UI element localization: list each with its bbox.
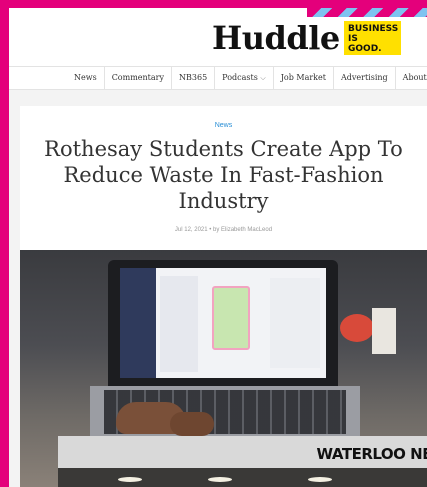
chevron-down-icon: ⌵: [260, 74, 266, 82]
nav-item-podcasts[interactable]: Podcasts ⌵: [214, 66, 273, 90]
nav-item-nb365[interactable]: NB365: [171, 66, 214, 90]
article-category[interactable]: News: [20, 122, 427, 129]
badge-line-2: IS: [348, 34, 358, 44]
badge-line-3: GOOD.: [348, 44, 382, 54]
logo-badge[interactable]: BUSINESS IS GOOD.: [344, 21, 401, 55]
photo-white-object: [372, 308, 396, 354]
nav-item-news[interactable]: News: [67, 66, 104, 90]
promo-ceiling-light: [208, 477, 232, 482]
promo-banner-image: [58, 468, 427, 487]
badge-line-1: BUSINESS: [348, 24, 399, 34]
article-featured-image: WATERLOO NEW: [20, 250, 427, 487]
photo-hand-right: [170, 412, 214, 436]
screen-layers-panel: [160, 276, 198, 372]
nav-item-advertising[interactable]: Advertising: [332, 66, 395, 90]
photo-red-object: [340, 314, 374, 342]
page-frame: Huddle BUSINESS IS GOOD. News Commentary…: [9, 8, 427, 487]
nav-item-podcasts-label: Podcasts: [222, 73, 258, 82]
site-logo[interactable]: Huddle: [212, 18, 340, 58]
promo-ceiling-light: [118, 477, 142, 482]
screen-phone-mockup: [212, 286, 250, 350]
nav-item-commentary[interactable]: Commentary: [103, 66, 171, 90]
nav-item-job-market[interactable]: Job Market: [272, 66, 333, 90]
promo-ceiling-light: [308, 477, 332, 482]
article-meta: Jul 12, 2021 • by Elizabeth MacLeod: [174, 227, 273, 233]
screen-sidebar: [120, 268, 156, 378]
site-header: Huddle BUSINESS IS GOOD.: [9, 8, 427, 66]
main-nav: News Commentary NB365 Podcasts ⌵ Job Mar…: [9, 66, 427, 90]
promo-banner[interactable]: WATERLOO NEW: [58, 436, 427, 487]
article-title: Rothesay Students Create App To Reduce W…: [44, 137, 403, 213]
screen-properties-panel: [270, 278, 320, 368]
article-card: News Rothesay Students Create App To Red…: [20, 106, 427, 487]
nav-item-about[interactable]: About: [394, 66, 427, 90]
photo-laptop-screen: [120, 268, 326, 378]
promo-banner-text: WATERLOO NEW: [316, 445, 427, 463]
